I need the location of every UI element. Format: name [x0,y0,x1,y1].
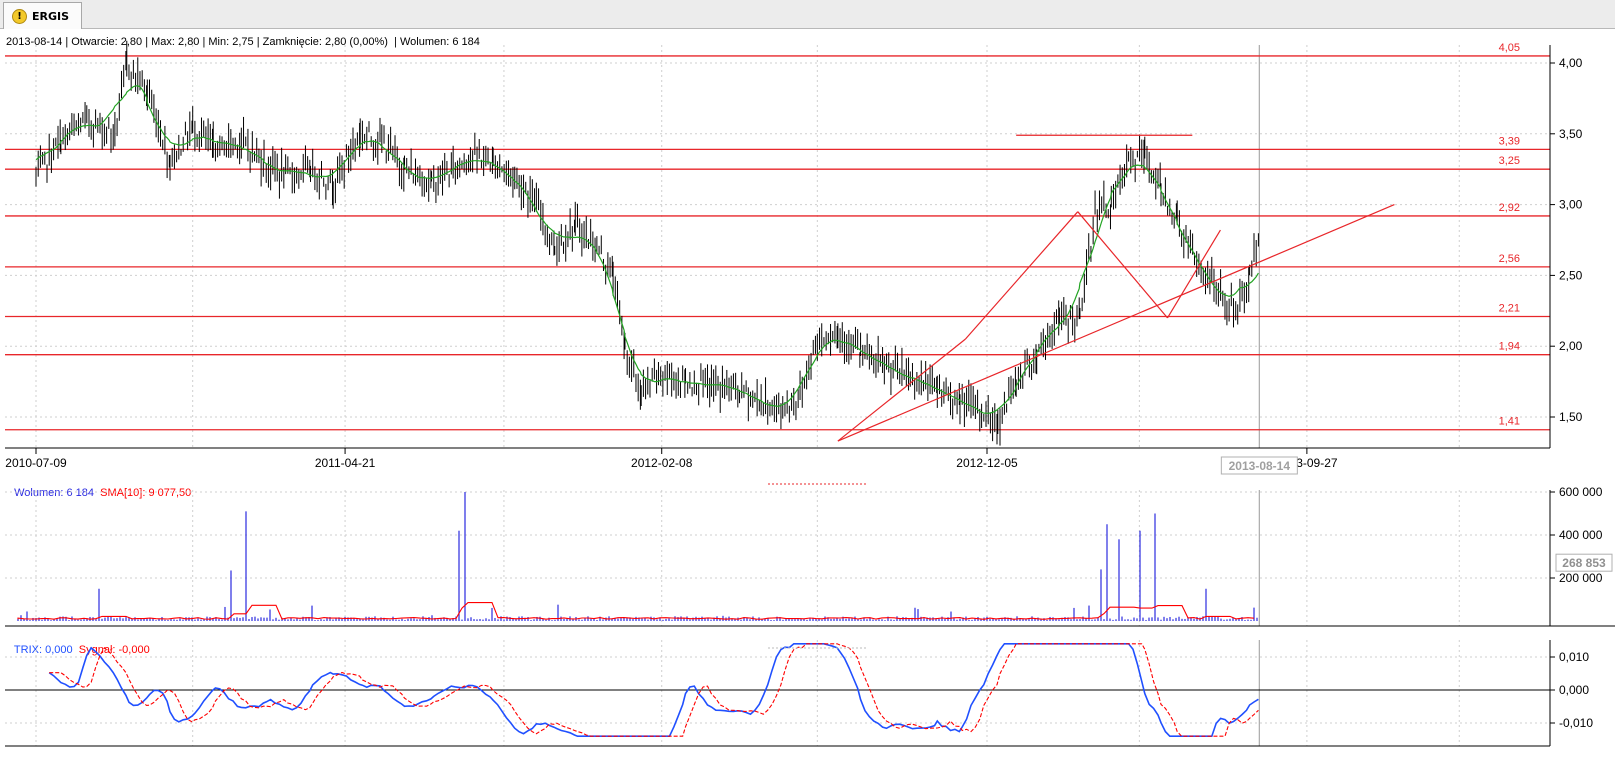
price-y-tick-label: 3,50 [1559,127,1583,141]
trend-line [1077,211,1168,319]
trix-y-tick-label: 0,010 [1559,650,1589,664]
price-y-tick-label: 3,00 [1559,198,1583,212]
level-label: 1,94 [1499,341,1520,353]
x-tick-label: 2012-12-05 [956,456,1018,470]
volume-y-tick-label: 600 000 [1559,485,1603,499]
level-label: 1,41 [1499,416,1520,428]
volume-sma-line [17,602,1255,620]
price-y-tick-label: 2,50 [1559,268,1583,282]
volume-y-tick-label: 200 000 [1559,571,1603,585]
cursor-date-label: 2013-08-14 [1229,459,1291,473]
volume-y-tick-label: 400 000 [1559,528,1603,542]
level-label: 3,39 [1499,135,1520,147]
price-y-tick-label: 1,50 [1559,410,1583,424]
volume-current-label: 268 853 [1562,556,1606,570]
level-label: 2,56 [1499,253,1520,265]
level-label: 2,21 [1499,302,1520,314]
chart-canvas[interactable]: 4,05 3,39 3,25 2,92 2,56 2,21 1,94 1,41 1,50 2,0… [0,0,1615,770]
x-tick-label: 2011-04-21 [315,456,376,470]
trix-y-tick-label: -0,010 [1559,716,1593,730]
x-tick-label: 2012-02-08 [631,456,693,470]
trend-line [1166,229,1221,319]
level-label: 4,05 [1499,42,1520,54]
price-y-tick-label: 2,00 [1559,339,1583,353]
trix-y-tick-label: 0,000 [1559,683,1589,697]
price-y-tick-label: 4,00 [1559,56,1583,70]
level-label: 2,92 [1499,202,1520,214]
level-label: 3,25 [1499,155,1520,167]
x-tick-label: 2010-07-09 [5,456,67,470]
trend-line [837,204,1395,442]
